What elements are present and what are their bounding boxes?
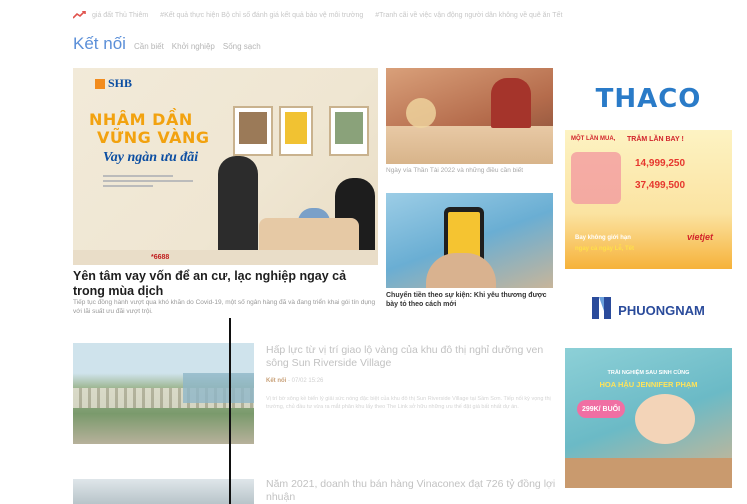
featured-image[interactable]: SHB NHÂM DẦN VỮNG VÀNG Vay ngàn ưu đãi *…	[73, 68, 378, 265]
thaco-logo: THACO	[595, 84, 702, 114]
shb-logo: SHB	[95, 76, 132, 91]
promo-headline-3: Vay ngàn ưu đãi	[103, 150, 199, 165]
wall-frame-3	[329, 106, 369, 156]
trending-bar: giá đất Thủ Thiêm #Kết quả thực hiện Bộ …	[73, 8, 562, 22]
divider-line	[229, 318, 231, 504]
ad-line: TRẢI NGHIỆM SAU SINH CÙNG	[607, 370, 690, 376]
counter	[386, 126, 553, 164]
gold-item	[406, 98, 436, 128]
couple-figure	[571, 152, 621, 204]
promo-fineprint	[103, 172, 203, 194]
list-article-summary: Vị trí bờ sông kề biển lý giải sức nóng …	[266, 396, 551, 410]
price-1: 14,999,250	[635, 158, 686, 169]
wall-frame-2	[279, 106, 313, 156]
tab-can-biet[interactable]: Cần biết	[134, 42, 164, 51]
category-link[interactable]: Kết nối	[266, 378, 286, 384]
side-article-title[interactable]: Chuyển tiền theo sự kiện: Khi yêu thương…	[386, 291, 553, 309]
ad-banner-phuongnam[interactable]: PHUONGNAM	[565, 289, 732, 331]
price-badge: 299K/ BUỔI	[577, 400, 625, 418]
trending-link[interactable]: giá đất Thủ Thiêm	[92, 12, 148, 19]
floor	[73, 250, 378, 265]
promo-headline-1: NHÂM DẦN	[89, 110, 193, 129]
side-article-title[interactable]: Ngày vía Thần Tài 2022 và những điều cần…	[386, 166, 553, 175]
featured-summary: Tiếp tục đồng hành vượt qua khó khăn do …	[73, 299, 376, 315]
river	[183, 373, 254, 403]
ad-line: MỘT LẦN MUA,	[571, 136, 616, 142]
person-figure	[635, 394, 695, 444]
section-tabs: Cần biết Khởi nghiệp Sống sạch	[134, 42, 261, 51]
vietjet-logo: vietjet	[687, 232, 714, 242]
vietjet-ad: MỘT LẦN MUA, TRĂM LẦN BAY ! 14,999,250 3…	[565, 130, 732, 269]
spa-bed	[565, 458, 732, 488]
ad-tagline: ngay cả ngày Lễ, Tết	[575, 246, 635, 252]
ad-line: TRĂM LẦN BAY !	[627, 136, 684, 143]
list-article-title[interactable]: Hấp lực từ vị trí giao lộ vàng của khu đ…	[266, 344, 556, 370]
ad-banner-thaco[interactable]: THACO MỘT LẦN MUA, TRĂM LẦN BAY ! 14,999…	[565, 68, 732, 269]
price-2: 37,499,500	[635, 180, 686, 191]
person-figure	[218, 156, 258, 256]
tab-song-sach[interactable]: Sống sạch	[223, 42, 261, 51]
promo-headline-2: VỮNG VÀNG	[97, 128, 210, 147]
phuongnam-logo-icon	[592, 296, 612, 324]
list-article-meta: Kết nối - 07/02 15:26	[266, 378, 323, 384]
person-figure	[491, 78, 531, 128]
hotline-label: *6688	[151, 254, 170, 261]
thaco-logo-area: THACO	[565, 68, 732, 130]
section-title[interactable]: Kết nối	[73, 34, 126, 54]
ad-tagline: Bay không giới hạn	[575, 235, 631, 241]
tab-khoi-nghiep[interactable]: Khởi nghiệp	[172, 42, 215, 51]
list-article-image[interactable]	[73, 479, 254, 504]
ad-banner-spa[interactable]: TRẢI NGHIỆM SAU SINH CÙNG HOA HẬU JENNIF…	[565, 348, 732, 488]
trending-icon	[73, 11, 86, 19]
wall-frame-1	[233, 106, 273, 156]
phuongnam-logo: PHUONGNAM	[618, 302, 705, 318]
hand	[426, 253, 496, 288]
list-article-title[interactable]: Năm 2021, doanh thu bán hàng Vinaconex đ…	[266, 478, 556, 504]
ad-line: HOA HẬU JENNIFER PHẠM	[599, 380, 698, 389]
featured-title[interactable]: Yên tâm vay vốn để an cư, lạc nghiệp nga…	[73, 269, 378, 299]
trending-link[interactable]: #Tranh cãi về việc vận động người dân kh…	[375, 12, 562, 19]
timestamp: - 07/02 15:26	[288, 378, 324, 384]
trending-link[interactable]: #Kết quả thực hiện Bộ chỉ số đánh giá kế…	[160, 12, 363, 19]
side-article-image[interactable]	[386, 68, 553, 164]
side-article-image[interactable]	[386, 193, 553, 288]
list-article-image[interactable]	[73, 343, 254, 444]
